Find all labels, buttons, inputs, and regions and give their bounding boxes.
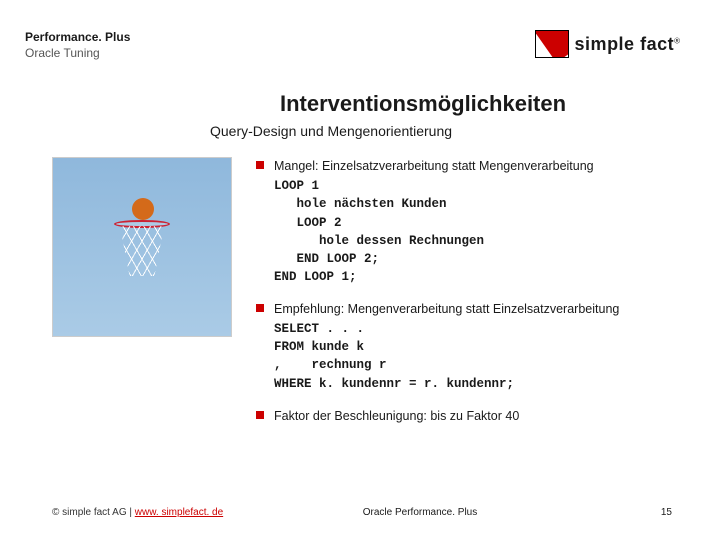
- square-bullet-icon: [256, 411, 264, 419]
- net-icon: [120, 226, 164, 276]
- copyright-text: © simple fact AG: [52, 507, 127, 518]
- brand-name: simple fact: [575, 34, 675, 54]
- bullet-text: Faktor der Beschleunigung: bis zu Faktor…: [274, 407, 690, 425]
- bullet-item: Mangel: Einzelsatzverarbeitung statt Men…: [256, 157, 690, 286]
- bullet-text: Mangel: Einzelsatzverarbeitung statt Men…: [274, 157, 690, 175]
- bullet-list: Mangel: Einzelsatzverarbeitung statt Men…: [256, 157, 690, 439]
- header-left: Performance. Plus Oracle Tuning: [25, 30, 130, 61]
- page-subtitle: Query-Design und Mengenorientierung: [210, 123, 720, 139]
- bullet-text: Empfehlung: Mengenverarbeitung statt Ein…: [274, 300, 690, 318]
- title-block: Interventionsmöglichkeiten: [280, 61, 720, 117]
- header-subtitle: Oracle Tuning: [25, 46, 130, 62]
- header: Performance. Plus Oracle Tuning simple f…: [0, 0, 720, 61]
- footer: © simple fact AG | www. simplefact. de O…: [0, 507, 720, 518]
- page-number: 15: [661, 507, 672, 518]
- illustration: [52, 157, 232, 337]
- brand-text: simple fact®: [575, 34, 680, 55]
- content: Mangel: Einzelsatzverarbeitung statt Men…: [0, 139, 720, 439]
- basketball-icon: [132, 198, 154, 220]
- separator: |: [127, 507, 135, 518]
- footer-copyright: © simple fact AG | www. simplefact. de: [52, 507, 223, 518]
- header-title: Performance. Plus: [25, 30, 130, 46]
- footer-link[interactable]: www. simplefact. de: [135, 507, 223, 518]
- bullet-body: Faktor der Beschleunigung: bis zu Faktor…: [274, 407, 690, 425]
- code-block: LOOP 1 hole nächsten Kunden LOOP 2 hole …: [274, 177, 690, 286]
- square-bullet-icon: [256, 304, 264, 312]
- bullet-item: Faktor der Beschleunigung: bis zu Faktor…: [256, 407, 690, 425]
- brand-logo: simple fact®: [535, 30, 680, 58]
- brand-mark-icon: [535, 30, 569, 58]
- page-title: Interventionsmöglichkeiten: [280, 91, 680, 117]
- registered-icon: ®: [674, 36, 680, 45]
- subtitle-block: Query-Design und Mengenorientierung: [210, 123, 720, 139]
- bullet-body: Empfehlung: Mengenverarbeitung statt Ein…: [274, 300, 690, 393]
- code-block: SELECT . . . FROM kunde k , rechnung r W…: [274, 320, 690, 393]
- basketball-hoop-icon: [114, 212, 170, 282]
- bullet-item: Empfehlung: Mengenverarbeitung statt Ein…: [256, 300, 690, 393]
- square-bullet-icon: [256, 161, 264, 169]
- bullet-body: Mangel: Einzelsatzverarbeitung statt Men…: [274, 157, 690, 286]
